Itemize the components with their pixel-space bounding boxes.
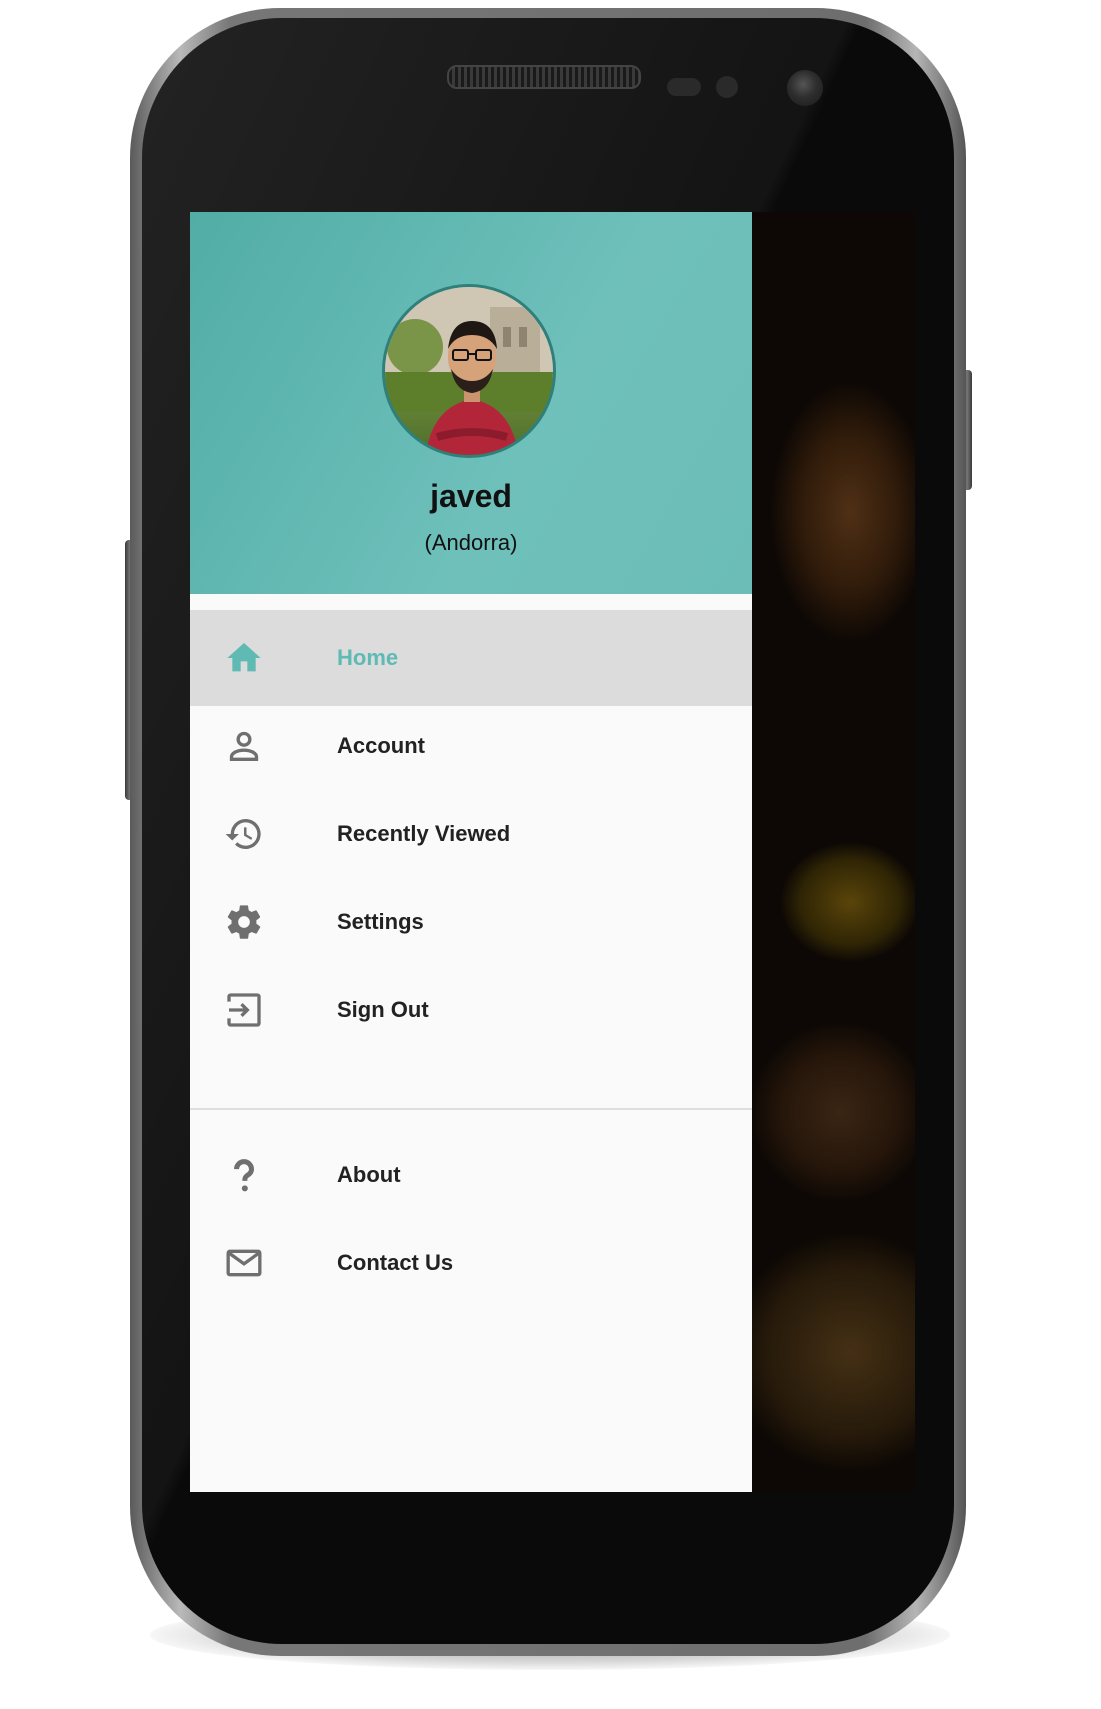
menu-item-label: Recently Viewed [337, 821, 511, 846]
menu-item-account[interactable]: Account [190, 698, 752, 794]
menu-item-label: Account [337, 733, 425, 758]
menu-item-home[interactable]: Home [190, 610, 752, 706]
mail-icon [226, 1249, 262, 1277]
profile-photo [385, 287, 553, 455]
menu-item-contact-us[interactable]: Contact Us [190, 1215, 752, 1311]
question-icon [234, 1159, 255, 1192]
menu-divider [190, 1108, 752, 1110]
front-camera [787, 70, 823, 106]
profile-name: javed [430, 478, 512, 514]
menu-item-label: Home [337, 645, 399, 670]
menu-item-label: Sign Out [337, 997, 429, 1022]
home-icon [227, 643, 261, 672]
sign-out-icon [227, 993, 261, 1027]
avatar[interactable] [382, 284, 556, 458]
speaker-grille [447, 65, 641, 89]
drawer-header: javed (Andorra) [190, 212, 752, 594]
history-icon [225, 819, 261, 849]
menu-item-sign-out[interactable]: Sign Out [190, 962, 752, 1058]
navigation-drawer: javed (Andorra) Home Account Recently Vi… [190, 212, 752, 1492]
menu-item-recently-viewed[interactable]: Recently Viewed [190, 786, 752, 882]
person-icon [229, 731, 259, 761]
proximity-sensor [667, 78, 701, 96]
menu-item-label: Settings [337, 909, 424, 934]
menu-item-settings[interactable]: Settings [190, 874, 752, 970]
phone-screen: javed (Andorra) Home Account Recently Vi… [190, 212, 915, 1492]
gear-icon [227, 905, 261, 939]
profile-country: (Andorra) [424, 530, 518, 555]
light-sensor [716, 76, 738, 98]
menu-item-label: Contact Us [337, 1250, 454, 1275]
menu-item-label: About [337, 1162, 401, 1187]
menu-item-about[interactable]: About [190, 1127, 752, 1223]
